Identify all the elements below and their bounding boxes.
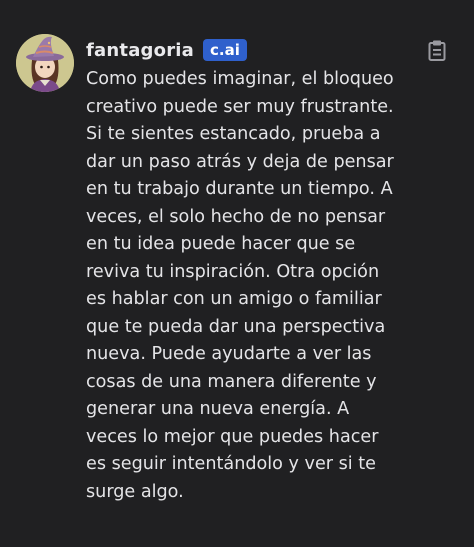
- message-text: Como puedes imaginar, el bloqueo creativ…: [86, 66, 462, 506]
- message-line: en tu trabajo durante un tiempo. A: [86, 179, 393, 199]
- message-line: veces lo mejor que puedes hacer: [86, 426, 379, 447]
- message-line: creativo puede ser muy frustrante.: [86, 96, 394, 117]
- clipboard-icon: [428, 40, 446, 61]
- avatar[interactable]: [16, 34, 74, 92]
- chat-message: fantagoria c.ai Como puedes imaginar, el…: [0, 0, 474, 547]
- copy-button[interactable]: [424, 38, 450, 64]
- message-line: cosas de una manera diferente y: [86, 371, 377, 392]
- message-line: veces, el solo hecho de no pensar: [86, 206, 386, 227]
- message-line: en tu idea puede hacer que se: [86, 234, 356, 254]
- message-line: generar una nueva energía. A: [86, 399, 350, 419]
- message-header: fantagoria c.ai: [86, 37, 247, 63]
- cai-badge: c.ai: [203, 39, 247, 61]
- message-line: Como puedes imaginar, el bloqueo: [86, 69, 394, 89]
- message-line: surge algo.: [86, 481, 184, 502]
- message-line: es seguir intentándolo y ver si te: [86, 454, 376, 474]
- author-name[interactable]: fantagoria: [86, 40, 194, 61]
- message-line: nueva. Puede ayudarte a ver las: [86, 344, 372, 364]
- message-line: reviva tu inspiración. Otra opción: [86, 261, 380, 282]
- witch-avatar-icon: [16, 34, 74, 92]
- message-line: es hablar con un amigo o familiar: [86, 289, 382, 309]
- message-line: que te pueda dar una perspectiva: [86, 316, 386, 337]
- message-line: dar un paso atrás y deja de pensar: [86, 151, 394, 172]
- message-line: Si te sientes estancado, prueba a: [86, 124, 381, 144]
